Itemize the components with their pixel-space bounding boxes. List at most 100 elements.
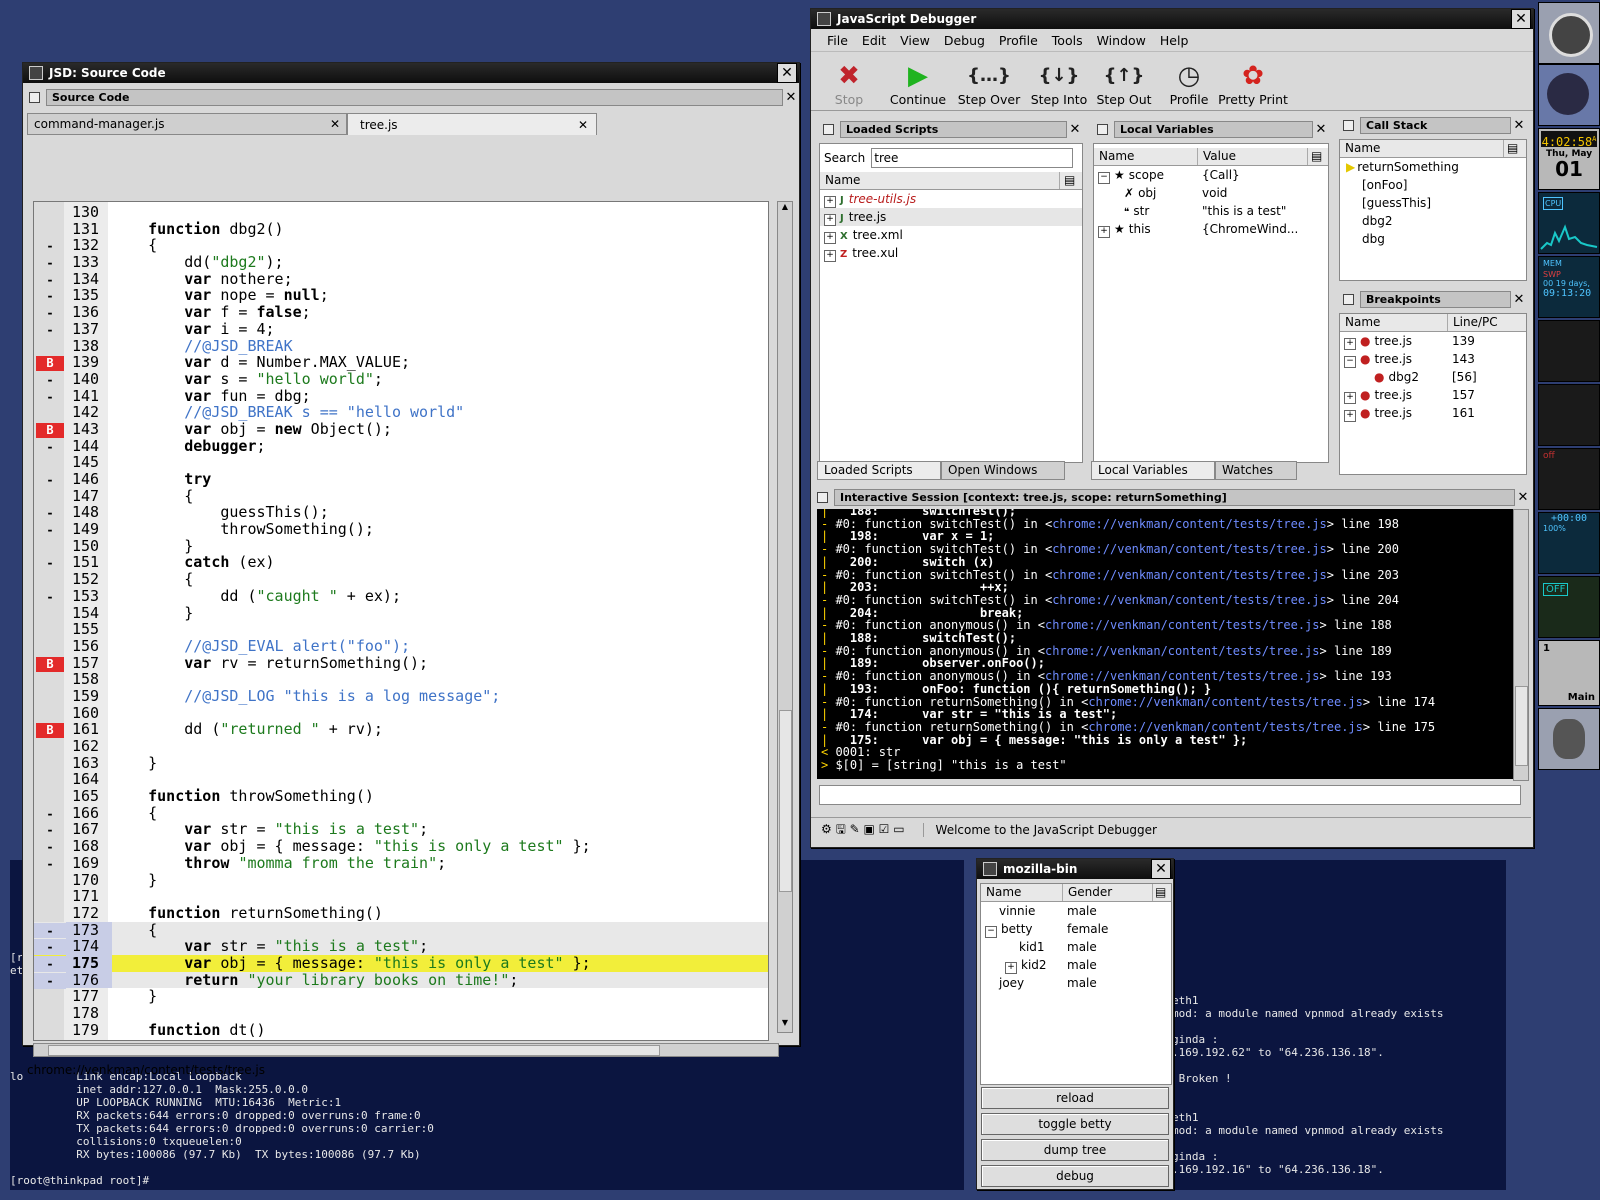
code-line[interactable]: -173 { bbox=[34, 921, 768, 940]
session-output[interactable]: | 188: switchTest(); - #0: function switc… bbox=[817, 509, 1513, 779]
executable-line-marker[interactable]: - bbox=[34, 922, 66, 940]
vertical-scrollbar[interactable]: ▲ ▼ bbox=[777, 201, 793, 1033]
column-header-value[interactable]: Value bbox=[1198, 148, 1308, 165]
tab-open-windows[interactable]: Open Windows bbox=[941, 461, 1065, 480]
code-line[interactable]: -132 { bbox=[34, 237, 768, 254]
breakpoint-marker[interactable]: B bbox=[36, 656, 64, 672]
dock-slot-2[interactable] bbox=[1538, 384, 1600, 446]
expand-icon[interactable]: + bbox=[824, 250, 836, 262]
source-window-titlebar[interactable]: JSD: Source Code ✕ bbox=[23, 63, 799, 83]
close-icon[interactable]: ✕ bbox=[1313, 122, 1329, 137]
close-icon[interactable]: ✕ bbox=[1511, 9, 1531, 29]
code-line[interactable]: -174 var str = "this is a test"; bbox=[34, 938, 768, 956]
column-picker-icon[interactable]: ▤ bbox=[1153, 884, 1169, 901]
panel-menu-icon[interactable] bbox=[817, 491, 828, 503]
code-line[interactable]: 160 bbox=[34, 704, 768, 722]
code-line[interactable]: -153 dd ("caught " + ex); bbox=[34, 587, 768, 606]
code-line[interactable]: -136 var f = false; bbox=[34, 304, 768, 321]
window-menu-icon[interactable] bbox=[817, 12, 831, 26]
sound-mixer[interactable]: OFF bbox=[1538, 576, 1600, 638]
close-icon[interactable]: ✕ bbox=[783, 90, 799, 105]
source-link[interactable]: chrome://venkman/content/tests/tree.js bbox=[1088, 695, 1363, 709]
panel-menu-icon[interactable] bbox=[823, 123, 834, 135]
profile-button[interactable]: ◷ Profile bbox=[1161, 60, 1217, 110]
tab-watches[interactable]: Watches bbox=[1215, 461, 1297, 480]
menu-debug[interactable]: Debug bbox=[944, 33, 985, 48]
code-line[interactable]: B 139 var d = Number.MAX_VALUE; bbox=[34, 354, 768, 372]
code-line[interactable]: 152 { bbox=[34, 571, 768, 588]
executable-line-marker[interactable]: - bbox=[34, 372, 66, 389]
stack-frame[interactable]: [guessThis] bbox=[1340, 194, 1526, 212]
session-scrollbar[interactable] bbox=[1513, 509, 1529, 781]
script-item[interactable]: + Ztree.xul bbox=[820, 244, 1082, 262]
executable-line-marker[interactable]: - bbox=[34, 806, 66, 823]
source-link[interactable]: chrome://venkman/content/tests/tree.js bbox=[1045, 618, 1320, 632]
executable-line-marker[interactable]: - bbox=[34, 389, 66, 406]
breakpoint-marker[interactable]: B bbox=[36, 356, 64, 372]
memory-monitor[interactable]: MEM SWP 00 19 days, 09:13:20 bbox=[1538, 256, 1600, 318]
panel-menu-icon[interactable] bbox=[1343, 293, 1354, 305]
expand-icon[interactable]: + bbox=[824, 214, 836, 226]
column-header-gender[interactable]: Gender bbox=[1063, 884, 1153, 901]
continue-button[interactable]: ▶ Continue bbox=[883, 60, 953, 110]
dock-slot-3[interactable]: off bbox=[1538, 448, 1600, 510]
code-line[interactable]: -146 try bbox=[34, 471, 768, 488]
scroll-down-icon[interactable]: ▼ bbox=[778, 1018, 792, 1032]
code-line[interactable]: -134 var nothere; bbox=[34, 270, 768, 288]
network-monitor[interactable]: +00:00 100% bbox=[1538, 512, 1600, 574]
collapse-icon[interactable]: − bbox=[985, 926, 997, 938]
breakpoint-row[interactable]: + ● tree.js 161 bbox=[1340, 404, 1526, 422]
script-item[interactable]: + Xtree.xml bbox=[820, 226, 1082, 244]
dock-app-icon[interactable] bbox=[1538, 2, 1600, 64]
scrollbar-thumb[interactable] bbox=[48, 1045, 660, 1056]
menu-window[interactable]: Window bbox=[1097, 33, 1146, 48]
panel-menu-icon[interactable] bbox=[1097, 123, 1108, 135]
source-link[interactable]: chrome://venkman/content/tests/tree.js bbox=[1045, 644, 1320, 658]
executable-line-marker[interactable]: - bbox=[34, 822, 66, 839]
scrollbar-thumb[interactable] bbox=[779, 710, 792, 892]
tab-command-manager[interactable]: command-manager.js ✕ bbox=[27, 113, 347, 135]
breakpoint-row[interactable]: ● dbg2 [56] bbox=[1340, 368, 1526, 386]
stack-frame[interactable]: dbg2 bbox=[1340, 212, 1526, 230]
close-icon[interactable]: ✕ bbox=[777, 63, 797, 83]
executable-line-marker[interactable]: - bbox=[34, 288, 66, 305]
stack-frame[interactable]: ▶ returnSomething bbox=[1340, 158, 1526, 176]
tab-local-variables[interactable]: Local Variables bbox=[1091, 461, 1215, 480]
source-link[interactable]: chrome://venkman/content/tests/tree.js bbox=[1052, 542, 1327, 556]
panel-menu-icon[interactable] bbox=[29, 91, 40, 103]
close-icon[interactable]: ✕ bbox=[578, 118, 588, 132]
window-menu-icon[interactable] bbox=[983, 862, 997, 876]
pager[interactable]: 1 Main bbox=[1538, 640, 1600, 706]
code-line[interactable]: -141 var fun = dbg; bbox=[34, 387, 768, 406]
person-row[interactable]: joey male bbox=[981, 974, 1171, 992]
tab-loaded-scripts[interactable]: Loaded Scripts bbox=[817, 461, 941, 480]
executable-line-marker[interactable]: - bbox=[34, 939, 66, 956]
column-header-name[interactable]: Name bbox=[1340, 314, 1448, 331]
code-line[interactable]: -176 return "your library books on time!… bbox=[34, 971, 768, 990]
executable-line-marker[interactable]: - bbox=[34, 439, 66, 456]
code-line[interactable]: B 161 dd ("returned " + rv); bbox=[34, 721, 768, 739]
breakpoint-marker[interactable]: B bbox=[36, 422, 64, 438]
code-line[interactable]: -148 guessThis(); bbox=[34, 504, 768, 521]
column-header-name[interactable]: Name bbox=[820, 172, 1060, 189]
dock-slot-1[interactable] bbox=[1538, 320, 1600, 382]
column-picker-icon[interactable]: ▤ bbox=[1060, 172, 1080, 189]
close-icon[interactable]: ✕ bbox=[1067, 122, 1083, 137]
variable-row[interactable]: + ★ this {ChromeWind... bbox=[1094, 220, 1328, 238]
expand-icon[interactable]: + bbox=[1098, 226, 1110, 238]
column-picker-icon[interactable]: ▤ bbox=[1308, 148, 1326, 165]
executable-line-marker[interactable]: - bbox=[34, 238, 66, 255]
code-line[interactable]: -166 { bbox=[34, 804, 768, 823]
close-icon[interactable]: ✕ bbox=[1515, 490, 1531, 505]
code-line[interactable]: B 143 var obj = new Object(); bbox=[34, 421, 768, 438]
dump-tree-button[interactable]: dump tree bbox=[981, 1139, 1169, 1161]
code-line[interactable]: 172 function returnSomething() bbox=[34, 905, 768, 922]
debugger-titlebar[interactable]: JavaScript Debugger ✕ bbox=[811, 9, 1533, 29]
executable-line-marker[interactable]: - bbox=[34, 589, 66, 606]
expand-icon[interactable]: + bbox=[1344, 410, 1356, 422]
executable-line-marker[interactable]: - bbox=[34, 856, 66, 873]
stack-frame[interactable]: dbg bbox=[1340, 230, 1526, 248]
column-header-name[interactable]: Name bbox=[981, 884, 1063, 901]
expand-icon[interactable]: + bbox=[824, 196, 836, 208]
expand-icon[interactable]: + bbox=[1344, 392, 1356, 404]
